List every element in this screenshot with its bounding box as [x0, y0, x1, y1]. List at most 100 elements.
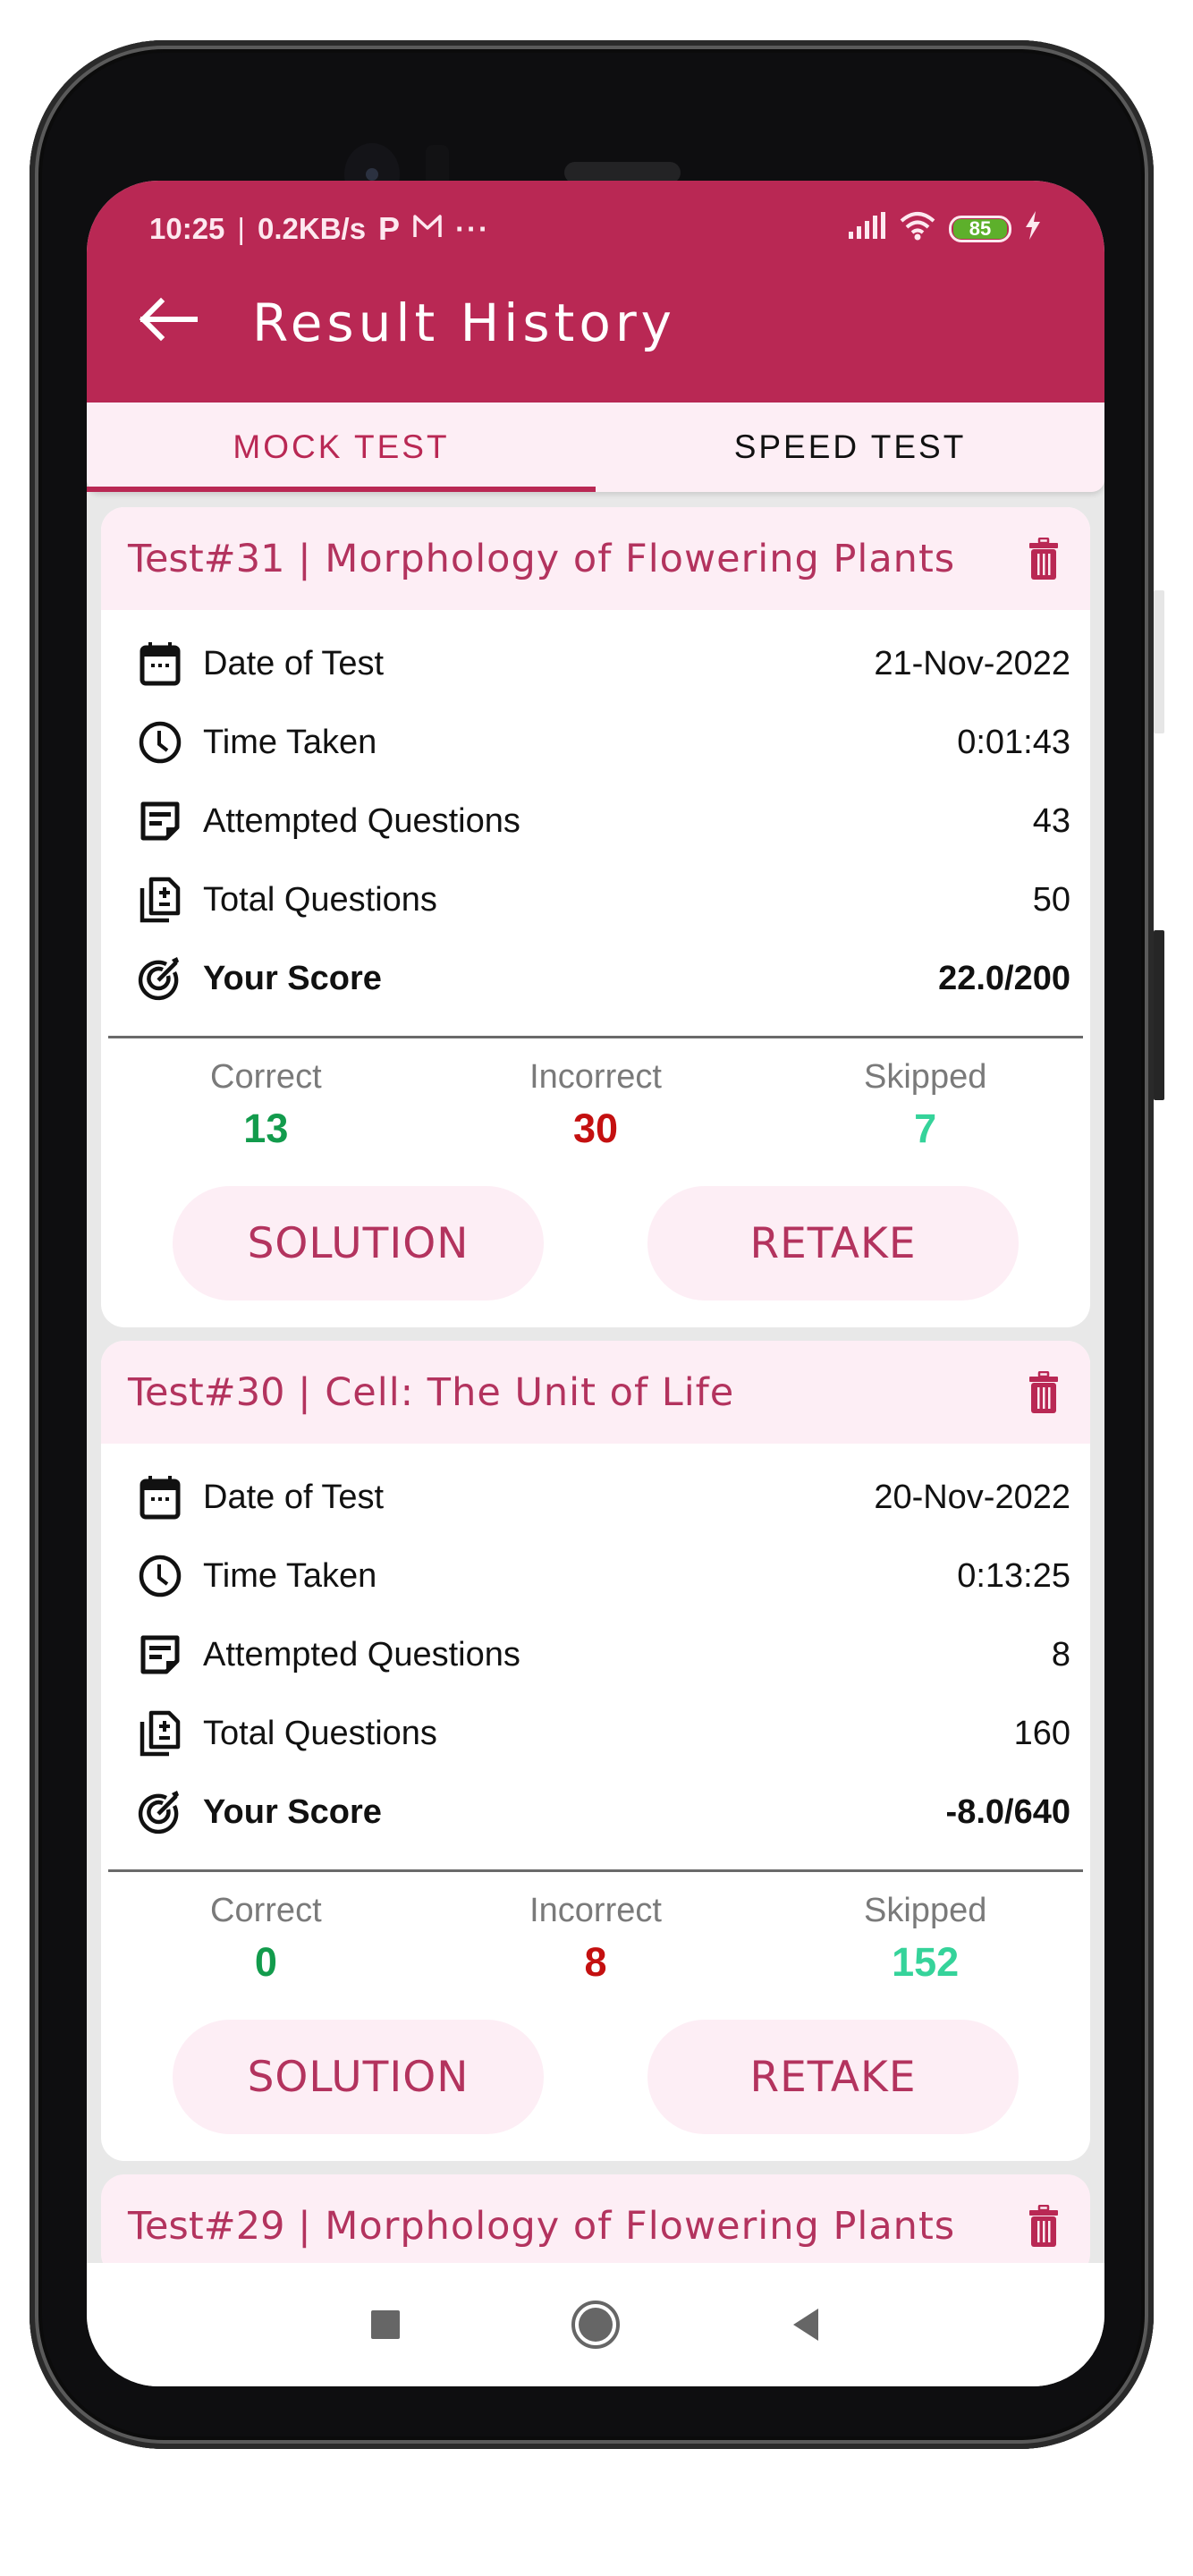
recents-button[interactable]	[359, 2298, 412, 2351]
incorrect-count: 30	[572, 1106, 619, 1151]
test-topic: Morphology of Flowering Plants	[325, 536, 956, 581]
status-net-speed: 0.2KB/s	[257, 212, 367, 245]
test-number: Test#30	[128, 1369, 285, 1415]
documents-icon	[135, 1708, 185, 1758]
wifi-icon	[899, 210, 936, 248]
title-separator: |	[298, 2203, 312, 2249]
target-icon	[135, 953, 185, 1004]
test-topic: Morphology of Flowering Plants	[325, 2203, 956, 2249]
system-nav-bar	[87, 2263, 1104, 2386]
note-icon	[135, 1630, 185, 1680]
clock-icon	[135, 1551, 185, 1601]
score-value: -8.0/640	[945, 1792, 1070, 1831]
score-row: Your Score -8.0/640	[135, 1773, 1070, 1852]
title-separator: |	[298, 1369, 312, 1415]
score-row: Your Score 22.0/200	[135, 939, 1070, 1018]
p-icon: P	[378, 210, 401, 247]
triangle-back-icon	[793, 2309, 818, 2341]
time-row: Time Taken 0:01:43	[135, 703, 1070, 782]
test-number: Test#31	[128, 536, 285, 581]
solution-button[interactable]: SOLUTION	[173, 2020, 544, 2134]
skipped-count: 7	[914, 1106, 937, 1151]
result-card: Test#30 | Cell: The Unit of Life Date of…	[101, 1341, 1090, 2161]
answer-stats: Correct 0 Incorrect 8 Skipped 152	[101, 1872, 1090, 1986]
delete-button[interactable]	[1024, 1368, 1063, 1418]
date-row: Date of Test 21-Nov-2022	[135, 624, 1070, 703]
incorrect-count: 8	[584, 1939, 607, 1985]
charging-icon	[1024, 211, 1042, 247]
date-row: Date of Test 20-Nov-2022	[135, 1458, 1070, 1537]
arrow-left-icon	[139, 297, 198, 342]
score-label: Your Score	[203, 959, 382, 997]
attempted-row: Attempted Questions 43	[135, 782, 1070, 860]
attempted-value: 43	[1032, 801, 1070, 840]
card-header[interactable]: Test#30 | Cell: The Unit of Life	[101, 1341, 1090, 1444]
card-title: Test#29 | Morphology of Flowering Plants	[128, 2204, 955, 2249]
incorrect-stat: Incorrect 8	[431, 1892, 761, 1986]
status-time: 10:25	[149, 212, 225, 245]
tab-speed-test[interactable]: SPEED TEST	[596, 402, 1104, 492]
home-button[interactable]	[569, 2298, 622, 2351]
trash-icon	[1029, 1370, 1058, 1413]
total-label: Total Questions	[203, 880, 437, 919]
total-row: Total Questions 50	[135, 860, 1070, 939]
date-value: 20-Nov-2022	[874, 1478, 1070, 1516]
score-value: 22.0/200	[938, 959, 1070, 997]
card-header[interactable]: Test#31 | Morphology of Flowering Plants	[101, 507, 1090, 610]
test-topic: Cell: The Unit of Life	[325, 1369, 735, 1415]
card-title: Test#31 | Morphology of Flowering Plants	[128, 537, 955, 581]
delete-button[interactable]	[1024, 2201, 1063, 2251]
correct-count: 13	[243, 1106, 289, 1151]
time-value: 0:13:25	[957, 1556, 1070, 1595]
correct-count: 0	[254, 1939, 277, 1985]
status-separator: |	[237, 212, 245, 245]
screen: 10:25 | 0.2KB/s P ··· 85 Result History …	[87, 181, 1104, 2386]
clock-icon	[135, 717, 185, 767]
title-separator: |	[298, 536, 312, 581]
calendar-icon	[135, 639, 185, 689]
date-label: Date of Test	[203, 644, 385, 682]
back-button[interactable]	[131, 288, 203, 351]
square-icon	[371, 2310, 400, 2339]
card-title: Test#30 | Cell: The Unit of Life	[128, 1370, 734, 1415]
date-value: 21-Nov-2022	[874, 644, 1070, 682]
incorrect-label: Incorrect	[529, 1892, 662, 1929]
gmail-icon	[412, 212, 443, 246]
score-label: Your Score	[203, 1792, 382, 1831]
card-header[interactable]: Test#29 | Morphology of Flowering Plants	[101, 2174, 1090, 2277]
attempted-label: Attempted Questions	[203, 801, 520, 840]
target-icon	[135, 1787, 185, 1837]
solution-button[interactable]: SOLUTION	[173, 1186, 544, 1301]
battery-level: 85	[953, 219, 1007, 239]
trash-icon	[1029, 537, 1058, 580]
time-value: 0:01:43	[957, 723, 1070, 761]
skipped-label: Skipped	[864, 1892, 987, 1929]
retake-button[interactable]: RETAKE	[647, 1186, 1019, 1301]
time-row: Time Taken 0:13:25	[135, 1537, 1070, 1615]
attempted-row: Attempted Questions 8	[135, 1615, 1070, 1694]
time-label: Time Taken	[203, 723, 377, 761]
total-label: Total Questions	[203, 1714, 437, 1752]
retake-button[interactable]: RETAKE	[647, 2020, 1019, 2134]
correct-stat: Correct 13	[101, 1058, 431, 1152]
answer-stats: Correct 13 Incorrect 30 Skipped 7	[101, 1038, 1090, 1152]
incorrect-label: Incorrect	[529, 1058, 662, 1096]
time-label: Time Taken	[203, 1556, 377, 1595]
skipped-stat: Skipped 152	[760, 1892, 1090, 1986]
documents-icon	[135, 875, 185, 925]
signal-icon	[847, 212, 886, 246]
tab-mock-test[interactable]: MOCK TEST	[87, 402, 596, 492]
date-label: Date of Test	[203, 1478, 385, 1516]
result-card: Test#29 | Morphology of Flowering Plants	[101, 2174, 1090, 2277]
test-number: Test#29	[128, 2203, 285, 2249]
skipped-label: Skipped	[864, 1058, 987, 1096]
back-nav-button[interactable]	[779, 2298, 833, 2351]
attempted-label: Attempted Questions	[203, 1635, 520, 1674]
page-title: Result History	[252, 292, 676, 353]
correct-label: Correct	[210, 1892, 322, 1929]
delete-button[interactable]	[1024, 534, 1063, 584]
more-dots-icon: ···	[455, 212, 491, 245]
status-bar: 10:25 | 0.2KB/s P ··· 85	[149, 208, 1042, 250]
power-button	[1154, 930, 1164, 1100]
tab-bar: MOCK TEST SPEED TEST	[87, 402, 1104, 492]
